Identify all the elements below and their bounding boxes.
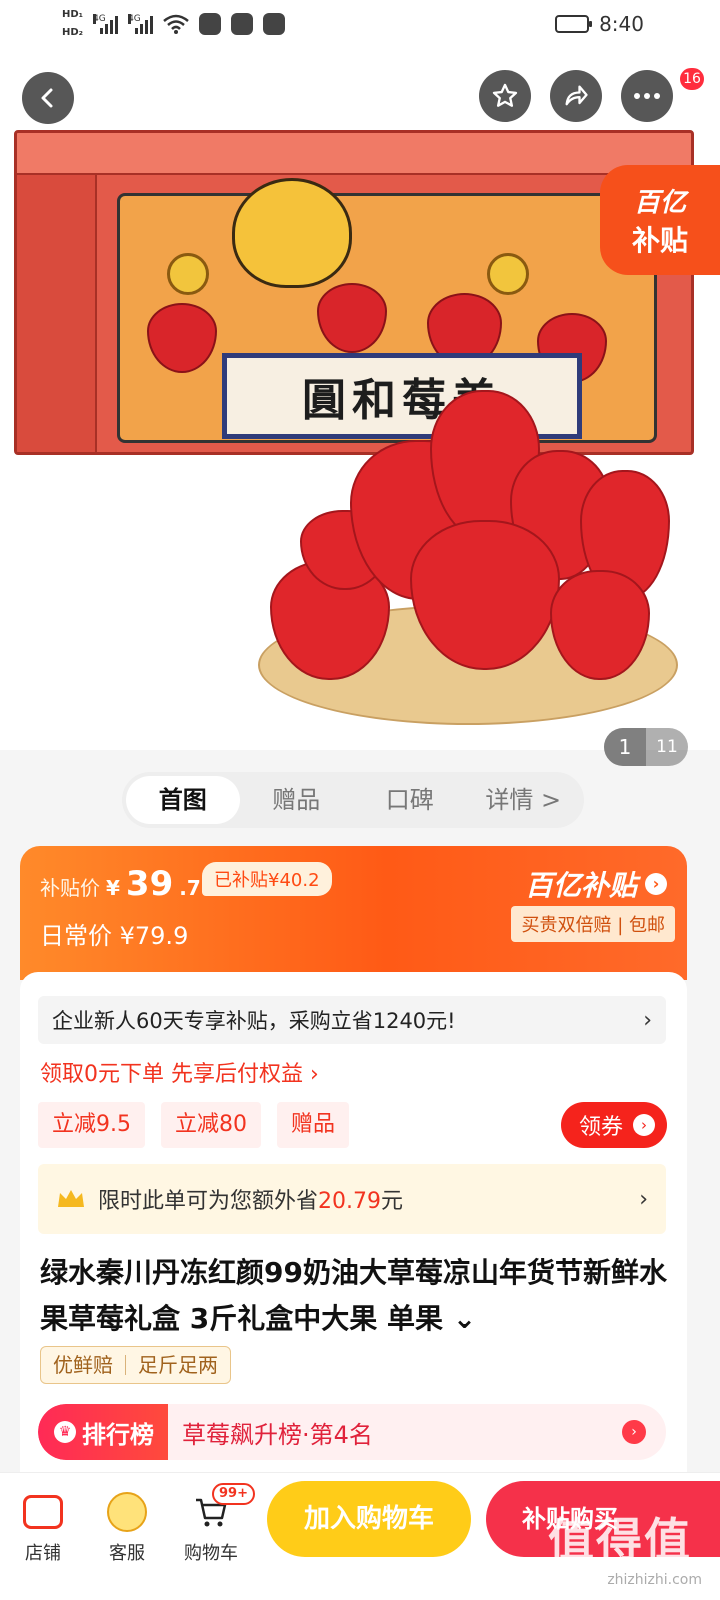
gift-chip[interactable]: 赠品 [277,1102,350,1148]
ranking-row[interactable]: ♛ 排行榜 草莓飙升榜·第4名 › [38,1404,666,1460]
tab-reviews[interactable]: 口碑 [353,776,467,824]
extra-saving-suffix: 元 [381,1189,404,1214]
coin-decoration [167,253,209,295]
product-info-card: 企业新人60天专享补贴，采购立省1240元! › 领取0元下单 先享后付权益 ›… [20,972,687,1472]
discount-chip[interactable]: 立减80 [161,1102,261,1148]
star-icon [492,83,518,107]
discount-chip[interactable]: 立减9.5 [38,1102,145,1148]
cart-button[interactable]: 99+ 购物车 [176,1483,255,1565]
gallery-total-pages: 11 [656,737,678,757]
pay-later-link[interactable]: 领取0元下单 先享后付权益 › [40,1056,319,1088]
clock: 8:40 [599,12,644,36]
price-card: 补贴价 ¥39.7 已补贴¥40.2 日常价 ¥79.9 百亿补贴 › 买贵双倍… [20,846,687,980]
watermark-url: zhizhizhi.com [607,1572,702,1588]
ellipsis-icon [634,93,660,99]
customer-service-icon [106,1491,148,1533]
store-icon [22,1491,64,1533]
chevron-right-icon: › [645,873,667,895]
favorite-button[interactable] [479,70,531,122]
battery-icon [555,15,593,33]
customer-service-label: 客服 [109,1543,145,1564]
more-button[interactable] [621,70,673,122]
tiger-mascot-illustration [232,178,352,288]
extra-saving-text: 限时此单可为您额外省20.79元 [56,1183,403,1215]
service-tags[interactable]: 优鲜赔 足斤足两 [40,1346,231,1384]
extra-saving-amount: 20.79 [318,1189,381,1214]
claim-coupon-button[interactable]: 领券 › [560,1102,667,1148]
watermark-logo: 值得值 [548,1513,692,1567]
cart-label: 购物车 [184,1543,238,1564]
product-title[interactable]: 绿水秦川丹冻红颜99奶油大草莓凉山年货节新鲜水果草莓礼盒 3斤礼盒中大果 单果 … [40,1250,670,1342]
currency-symbol: ¥ [106,876,120,900]
trophy-icon: ♛ [54,1421,76,1443]
gallery-page-indicator: 1 11 [604,728,688,766]
status-left: HD₁ HD₂ 4G 4G [62,6,286,42]
subsidy-price-label: 补贴价 [40,876,100,900]
sim-indicators: HD₁ HD₂ [62,6,83,42]
subsidy-program-link[interactable]: 百亿补贴 › [525,864,667,904]
tab-main-image[interactable]: 首图 [126,776,240,824]
tab-gifts[interactable]: 赠品 [240,776,354,824]
subsidy-program-flag: 百亿 补贴 [600,165,720,275]
app-notify-icon-2 [263,13,286,35]
extra-saving-row[interactable]: 限时此单可为您额外省20.79元 › [38,1164,666,1234]
subsidy-price-row: 补贴价 ¥39.7 [40,864,201,904]
price-integer: 39 [125,864,174,904]
subsidy-program-logo: 百亿补贴 [524,869,637,902]
hand-icon [199,13,222,35]
daily-price: 日常价 ¥79.9 [40,922,189,950]
store-button[interactable]: 店铺 [8,1491,78,1565]
status-bar: HD₁ HD₂ 4G 4G 8:40 [0,0,720,50]
box-side-panel [17,175,97,452]
signal-1-icon: 4G [93,14,119,34]
chevron-right-icon: › [633,1114,655,1136]
net1-label: 4G [93,14,106,24]
signal-2-icon: 4G [128,14,154,34]
customer-service-button[interactable]: 客服 [92,1491,162,1565]
status-right: 8:40 [555,12,644,36]
chevron-right-icon: › [643,1007,652,1033]
net2-label: 4G [128,14,141,24]
back-button[interactable] [22,72,74,124]
gift-box-image: 圓和莓美 [14,130,694,455]
coin-decoration [487,253,529,295]
box-lid [17,133,691,175]
store-label: 店铺 [25,1543,61,1564]
sim1-label: HD₁ [62,9,84,20]
tab-details[interactable]: 详情 > [467,776,581,824]
more-notification-badge: 16 [678,66,706,92]
guarantee-badge[interactable]: 买贵双倍赔 | 包邮 [511,906,675,942]
app-notify-icon [231,13,254,35]
ranking-label: ♛ 排行榜 [38,1404,168,1460]
add-to-cart-button[interactable]: 加入购物车 [267,1481,471,1557]
cart-count-badge: 99+ [212,1483,255,1505]
claim-coupon-label: 领券 [578,1115,623,1140]
chevron-right-icon: › [622,1420,646,1444]
subsidy-flag-line1: 百亿 [633,187,686,218]
crown-icon [58,1190,84,1207]
discount-chips: 立减9.5 立减80 赠品 [38,1102,350,1148]
wifi-icon [163,14,189,34]
enterprise-subsidy-text: 企业新人60天专享补贴，采购立省1240元! [52,1009,456,1033]
sim2-label: HD₂ [62,27,84,38]
service-tag: 足斤足两 [138,1353,218,1377]
share-button[interactable] [550,70,602,122]
price-decimal: .7 [179,876,201,900]
gallery-current-page: 1 [604,728,646,766]
extra-saving-prefix: 限时此单可为您额外省 [98,1189,319,1214]
chevron-left-icon [41,88,53,108]
ranking-label-text: 排行榜 [82,1420,154,1449]
subsidized-amount-chip: 已补贴¥40.2 [202,862,332,896]
ranking-text: 草莓飙升榜·第4名 [182,1420,373,1449]
chevron-right-icon: › [639,1186,648,1212]
section-tabs: 首图 赠品 口碑 详情 > [122,772,584,828]
image-gallery[interactable]: 圓和莓美 百亿 补贴 1 11 [0,50,720,766]
enterprise-subsidy-row[interactable]: 企业新人60天专享补贴，采购立省1240元! › [38,996,666,1044]
share-arrow-icon [565,85,588,106]
product-page: HD₁ HD₂ 4G 4G 8:40 圓和莓美 百亿 补贴 1 11 16 首图… [0,0,720,1600]
service-tag: 优鲜赔 [53,1353,113,1377]
subsidy-flag-line2: 补贴 [631,223,688,257]
